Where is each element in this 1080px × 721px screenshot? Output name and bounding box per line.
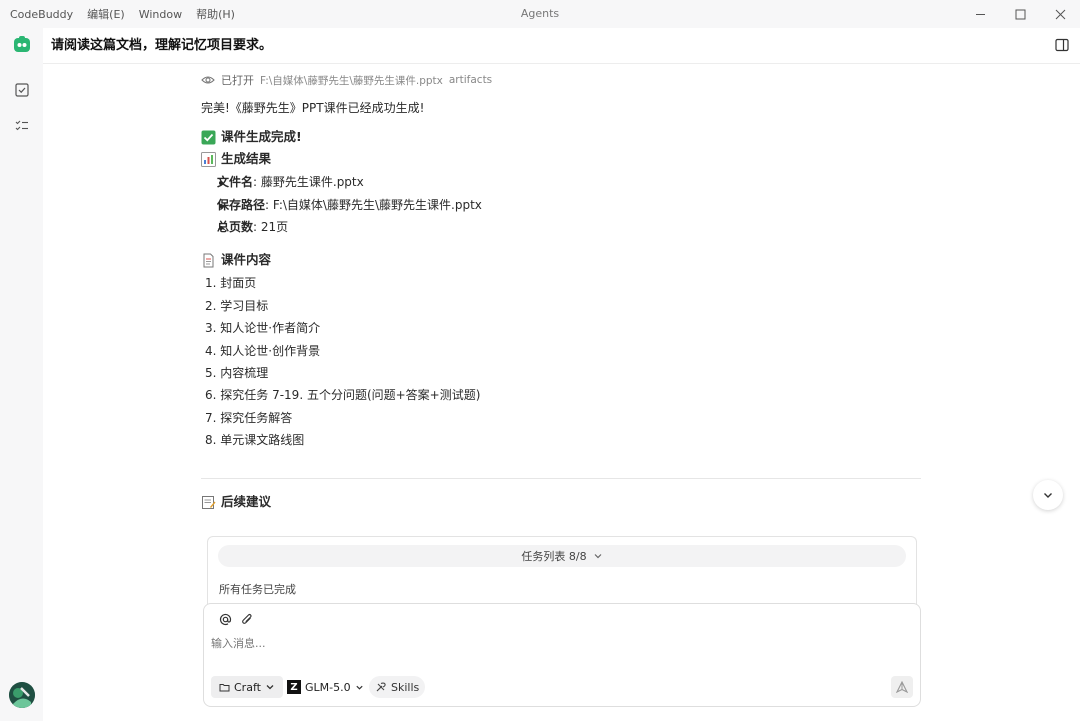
result-heading-text: 生成结果 [221,151,272,166]
chevron-down-icon [355,685,363,690]
app-logo[interactable] [11,34,33,56]
task-list-toggle[interactable]: 任务列表 8/8 [218,545,906,567]
opened-tag: artifacts [448,74,493,86]
skills-label: Skills [391,680,420,694]
chat-header: 请阅读这篇文档，理解记忆项目要求。 [43,28,1080,64]
sidebar-panel-icon [1055,38,1069,52]
close-button[interactable] [1040,0,1080,28]
rail-todo-button[interactable] [11,115,33,137]
result-item-path: 保存路径: F:\自媒体\藤野先生\藤野先生课件.pptx [217,197,482,213]
panel-toggle-button[interactable] [1055,38,1071,54]
folder-icon [219,683,230,691]
attach-button[interactable] [240,612,254,626]
content-item: 5. 内容梳理 [205,366,269,380]
model-label: GLM-5.0 [305,680,351,694]
result-label: 总页数 [217,220,254,234]
zhipu-logo-icon: Z [287,680,301,694]
content-item: 7. 探究任务解答 [205,411,293,425]
check-icon [201,130,216,145]
maximize-icon [1015,9,1025,19]
content-item: 3. 知人论世·作者简介 [205,321,321,335]
result-value: : 藤野先生课件.pptx [253,175,364,189]
menu-app[interactable]: CodeBuddy [10,8,73,21]
task-list-label: 任务列表 8/8 [521,550,587,563]
close-icon [1055,9,1065,19]
send-icon [896,681,908,693]
window-controls [960,0,1080,28]
avatar[interactable] [9,682,35,708]
done-heading-text: 课件生成完成! [221,129,302,144]
opened-file-row[interactable]: 已打开 F:\自媒体\藤野先生\藤野先生课件.pptx artifacts [201,72,492,88]
message-input[interactable] [211,637,811,650]
checklist-icon [15,120,28,131]
tools-icon [376,682,386,692]
left-rail [0,28,43,721]
content-item: 2. 学习目标 [205,299,269,313]
result-value: : 21页 [253,220,289,234]
content-heading-text: 课件内容 [221,252,272,267]
page-title: 请阅读这篇文档，理解记忆项目要求。 [51,38,273,53]
checkbox-icon [15,83,29,97]
avatar-image-icon [9,682,35,708]
result-item-filename: 文件名: 藤野先生课件.pptx [217,174,364,190]
document-icon [201,253,216,268]
result-label: 保存路径 [217,198,266,212]
chevron-down-icon [1044,493,1052,498]
rail-tasks-button[interactable] [11,79,33,101]
result-label: 文件名 [217,175,254,189]
model-select[interactable]: Z GLM-5.0 [287,676,364,698]
mode-select[interactable]: Craft [211,676,283,698]
minimize-button[interactable] [960,0,1000,28]
message-composer: Craft Z GLM-5.0 Skills [203,603,921,707]
opened-label: 已打开 [221,74,254,87]
content-item: 1. 封面页 [205,276,257,290]
mode-label: Craft [234,680,261,694]
done-heading: 课件生成完成! [201,129,302,145]
section-divider [201,478,921,479]
chevron-down-icon [594,554,602,559]
at-icon [219,613,231,625]
task-list-panel: 任务列表 8/8 所有任务已完成 [207,536,917,606]
menu-edit[interactable]: 编辑(E) [87,6,125,22]
memo-icon [201,495,216,510]
skills-button[interactable]: Skills [369,676,426,698]
send-button[interactable] [891,676,913,698]
content-item: 8. 单元课文路线图 [205,433,305,447]
opened-file-path[interactable]: F:\自媒体\藤野先生\藤野先生课件.pptx [260,73,443,88]
task-status-text: 所有任务已完成 [219,583,296,596]
content-item: 6. 探究任务 7-19. 五个分问题(问题+答案+测试题) [205,388,481,402]
intro-text: 完美!《藤野先生》PPT课件已经成功生成! [201,101,425,115]
result-value: : F:\自媒体\藤野先生\藤野先生课件.pptx [265,198,482,212]
minimize-icon [975,13,985,15]
chevron-down-icon [266,685,274,690]
menu-window[interactable]: Window [139,8,182,21]
maximize-button[interactable] [1000,0,1040,28]
result-item-pages: 总页数: 21页 [217,219,288,235]
eye-icon [201,76,215,84]
result-heading: 生成结果 [201,151,271,167]
title-bar: CodeBuddy 编辑(E) Window 帮助(H) Agents [0,0,1080,28]
scroll-to-bottom-button[interactable] [1033,480,1063,510]
followup-heading-text: 后续建议 [221,494,272,509]
paperclip-icon [241,613,252,624]
content-heading: 课件内容 [201,252,271,268]
menu-help[interactable]: 帮助(H) [196,6,235,22]
at-mention-button[interactable] [218,612,232,626]
bar-chart-icon [201,151,216,167]
codebuddy-logo-icon [14,36,30,52]
followup-heading: 后续建议 [201,494,271,510]
content-item: 4. 知人论世·创作背景 [205,344,321,358]
menu-bar: CodeBuddy 编辑(E) Window 帮助(H) [10,0,235,28]
